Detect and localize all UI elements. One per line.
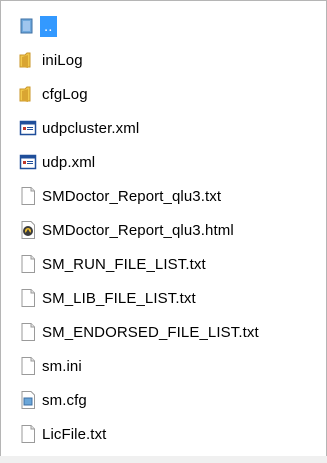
list-item-label: ..	[40, 15, 57, 37]
xml-file-icon	[19, 152, 37, 172]
text-file-icon	[19, 424, 37, 444]
text-file-icon	[19, 288, 37, 308]
config-file-icon	[19, 390, 37, 410]
list-item-label: SM_RUN_FILE_LIST.txt	[42, 255, 206, 273]
list-item-cfglog[interactable]: cfgLog	[19, 77, 324, 111]
list-item-label: udpcluster.xml	[42, 119, 140, 137]
list-item-label: SMDoctor_Report_qlu3.html	[42, 221, 234, 239]
list-item-label: SM_ENDORSED_FILE_LIST.txt	[42, 323, 259, 341]
file-list: .. iniLog cfgLog udpcluster.xml udp.xml …	[19, 9, 324, 451]
list-item-smdoctor-report-html[interactable]: SMDoctor_Report_qlu3.html	[19, 213, 324, 247]
html-file-icon	[19, 220, 37, 240]
list-item-label: iniLog	[42, 51, 83, 69]
text-file-icon	[19, 322, 37, 342]
parent-folder-icon	[19, 16, 37, 36]
list-item-smdoctor-report-txt[interactable]: SMDoctor_Report_qlu3.txt	[19, 179, 324, 213]
list-item-sm-endorsed-file-list[interactable]: SM_ENDORSED_FILE_LIST.txt	[19, 315, 324, 349]
xml-file-icon	[19, 118, 37, 138]
list-item-label: SM_LIB_FILE_LIST.txt	[42, 289, 196, 307]
list-item-inilog[interactable]: iniLog	[19, 43, 324, 77]
list-item-label: sm.ini	[42, 357, 82, 375]
text-file-icon	[19, 186, 37, 206]
list-item-label: sm.cfg	[42, 391, 87, 409]
list-item-sm-cfg[interactable]: sm.cfg	[19, 383, 324, 417]
list-item-label: cfgLog	[42, 85, 88, 103]
list-item-label: SMDoctor_Report_qlu3.txt	[42, 187, 222, 205]
file-list-panel: .. iniLog cfgLog udpcluster.xml udp.xml …	[0, 0, 327, 457]
text-file-icon	[19, 254, 37, 274]
list-item-sm-lib-file-list[interactable]: SM_LIB_FILE_LIST.txt	[19, 281, 324, 315]
folder-icon	[19, 50, 37, 70]
list-item-label: LicFile.txt	[42, 425, 107, 443]
list-item-udpcluster-xml[interactable]: udpcluster.xml	[19, 111, 324, 145]
list-item-label: udp.xml	[42, 153, 96, 171]
folder-icon	[19, 84, 37, 104]
list-item-parent-folder[interactable]: ..	[19, 9, 324, 43]
list-item-sm-run-file-list[interactable]: SM_RUN_FILE_LIST.txt	[19, 247, 324, 281]
list-item-udp-xml[interactable]: udp.xml	[19, 145, 324, 179]
bottom-border	[0, 456, 327, 463]
list-item-licfile-txt[interactable]: LicFile.txt	[19, 417, 324, 451]
list-item-sm-ini[interactable]: sm.ini	[19, 349, 324, 383]
ini-file-icon	[19, 356, 37, 376]
